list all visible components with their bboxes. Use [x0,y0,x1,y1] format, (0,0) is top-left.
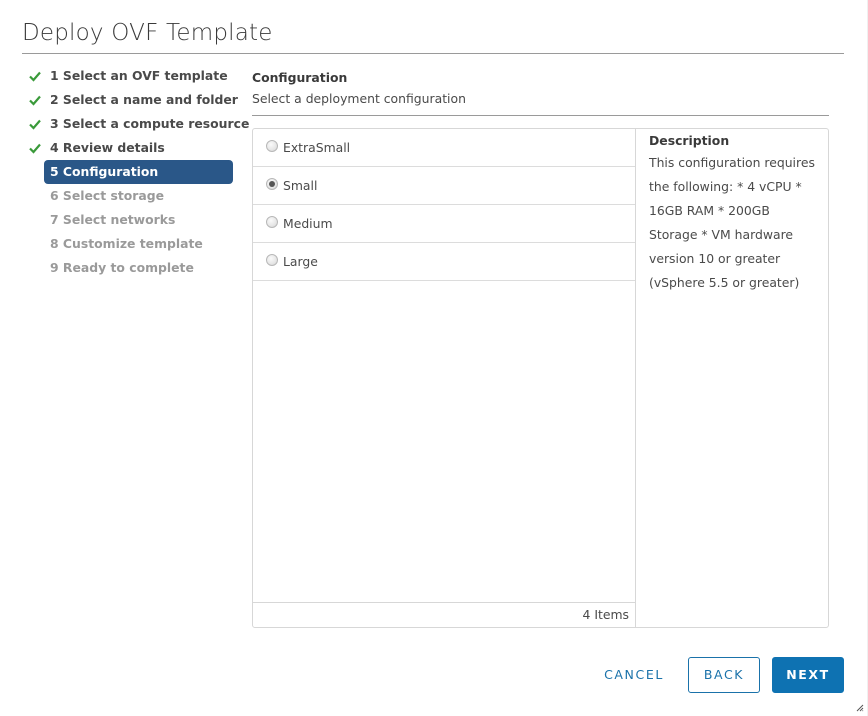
config-option-large[interactable]: Large [253,243,635,281]
description-title: Description [649,133,730,148]
step-configuration[interactable]: 5 Configuration [44,160,233,184]
radio-button-selected[interactable] [266,178,278,190]
step-label: 5 Configuration [50,164,159,179]
item-count: 4 Items [253,602,635,627]
step-label: 9 Ready to complete [50,260,194,275]
next-button[interactable]: NEXT [772,657,844,693]
step-select-name-folder[interactable]: 2 Select a name and folder [26,88,238,112]
step-review-details[interactable]: 4 Review details [26,136,238,160]
step-select-storage: 6 Select storage [26,184,238,208]
step-customize-template: 8 Customize template [26,232,238,256]
step-label: 2 Select a name and folder [50,92,238,107]
deploy-ovf-dialog: Deploy OVF Template 1 Select an OVF temp… [0,0,868,716]
step-label: 1 Select an OVF template [50,68,228,83]
step-ready-to-complete: 9 Ready to complete [26,256,238,280]
step-label: 8 Customize template [50,236,203,251]
configuration-grid: ExtraSmall Small Medium Large 4 Items De… [252,128,829,628]
config-option-small[interactable]: Small [253,167,635,205]
description-body: This configuration requires the followin… [649,155,815,290]
config-option-extrasmall[interactable]: ExtraSmall [253,129,635,167]
option-label: Medium [283,216,333,231]
check-icon [29,143,41,154]
resize-grip-icon[interactable] [856,704,864,712]
title-divider [22,53,844,54]
step-label: 7 Select networks [50,212,176,227]
option-label: Large [283,254,318,269]
section-title: Configuration [252,70,348,85]
step-label: 3 Select a compute resource [50,116,250,131]
radio-button[interactable] [266,216,278,228]
radio-button[interactable] [266,254,278,266]
section-divider [252,115,829,116]
option-label: ExtraSmall [283,140,351,155]
check-icon [29,95,41,106]
radio-button[interactable] [266,140,278,152]
check-icon [29,71,41,82]
cancel-button[interactable]: CANCEL [597,657,671,693]
configuration-section: Configuration Select a deployment config… [252,70,829,116]
config-option-medium[interactable]: Medium [253,205,635,243]
wizard-steps-nav: 1 Select an OVF template 2 Select a name… [26,64,249,280]
back-button[interactable]: BACK [688,657,760,693]
dialog-title: Deploy OVF Template [22,20,273,46]
description-panel: Description This configuration requires … [637,129,828,299]
step-select-networks: 7 Select networks [26,208,238,232]
check-icon [29,119,41,130]
section-subtitle: Select a deployment configuration [252,91,466,106]
option-label: Small [283,178,318,193]
step-label: 4 Review details [50,140,165,155]
step-label: 6 Select storage [50,188,165,203]
step-select-ovf-template[interactable]: 1 Select an OVF template [26,64,238,88]
configuration-list: ExtraSmall Small Medium Large 4 Items [253,129,636,627]
step-select-compute-resource[interactable]: 3 Select a compute resource [26,112,249,136]
